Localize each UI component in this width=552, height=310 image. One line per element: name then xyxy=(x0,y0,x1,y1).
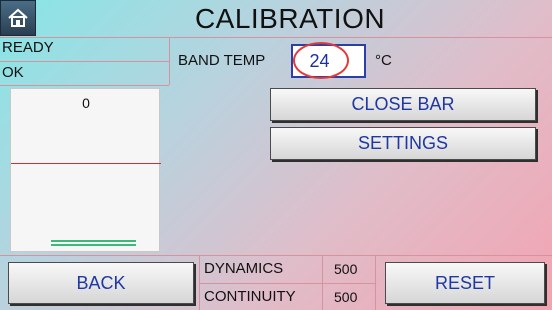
continuity-label: CONTINUITY xyxy=(204,288,296,305)
continuity-value[interactable]: 500 xyxy=(334,289,357,305)
gauge-value: 0 xyxy=(82,95,90,111)
close-bar-button[interactable]: CLOSE BAR xyxy=(270,88,536,121)
param-row-divider xyxy=(199,283,375,284)
settings-button[interactable]: SETTINGS xyxy=(270,127,536,160)
band-temp-unit: °C xyxy=(375,52,392,69)
status-ready: READY xyxy=(2,39,54,56)
band-temp-label: BAND TEMP xyxy=(178,52,266,69)
level-gauge: 0 xyxy=(10,88,161,252)
gauge-limit-line xyxy=(11,163,161,164)
param-right-border xyxy=(375,255,376,310)
page-title: CALIBRATION xyxy=(194,3,386,34)
highlight-circle xyxy=(293,42,349,79)
back-button[interactable]: BACK xyxy=(8,262,194,304)
gauge-bar-bottom xyxy=(51,244,136,246)
dynamics-label: DYNAMICS xyxy=(204,260,284,277)
header-divider xyxy=(0,37,552,38)
status-row-divider xyxy=(0,61,169,62)
status-ok: OK xyxy=(2,64,24,81)
reset-button[interactable]: RESET xyxy=(385,262,545,304)
home-button[interactable] xyxy=(0,0,36,36)
status-bottom-divider xyxy=(0,85,169,86)
status-divider xyxy=(169,37,170,85)
gauge-bar-top xyxy=(51,240,136,242)
home-icon xyxy=(8,8,28,27)
footer-divider xyxy=(0,255,552,256)
dynamics-value[interactable]: 500 xyxy=(334,261,357,277)
